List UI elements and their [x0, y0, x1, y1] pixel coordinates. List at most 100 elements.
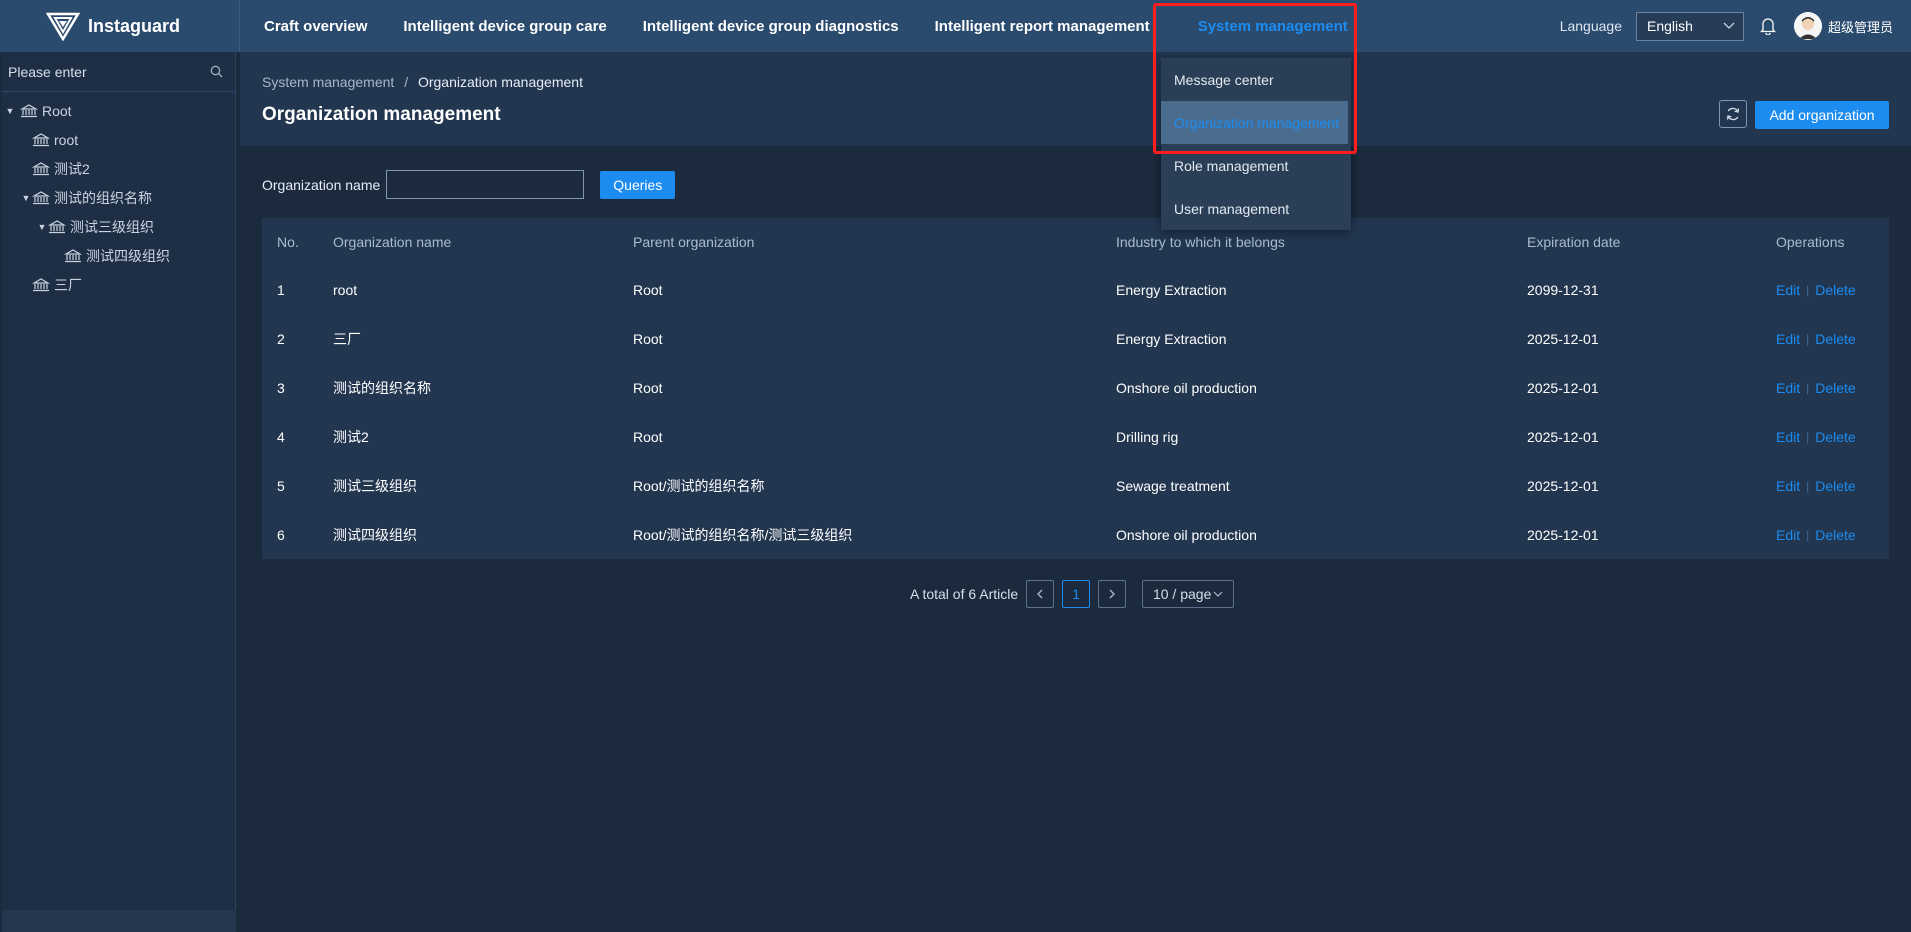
edit-link[interactable]: Edit — [1776, 380, 1800, 396]
page-number-button[interactable]: 1 — [1062, 580, 1091, 608]
pagination-total: A total of 6 Article — [910, 586, 1019, 602]
delete-link[interactable]: Delete — [1815, 380, 1855, 396]
table-row: 3 测试的组织名称 Root Onshore oil production 20… — [262, 363, 1889, 412]
page-size-value: 10 / page — [1152, 586, 1212, 602]
caret-down-icon[interactable]: ▼ — [36, 222, 48, 232]
cell-parent: Root — [633, 281, 663, 298]
header-tools: Language English 超级管理员 — [1560, 0, 1911, 52]
cell-operations: Edit | Delete — [1776, 429, 1889, 445]
refresh-button[interactable] — [1719, 100, 1747, 128]
language-label: Language — [1559, 18, 1622, 34]
delete-link[interactable]: Delete — [1815, 282, 1855, 298]
cell-expiration: 2025-12-01 — [1527, 330, 1599, 347]
cell-industry: Drilling rig — [1116, 428, 1179, 445]
chevron-down-icon — [1723, 22, 1735, 29]
next-page-button[interactable] — [1098, 580, 1127, 608]
bank-icon — [48, 219, 66, 233]
caret-down-icon[interactable]: ▼ — [20, 193, 32, 203]
search-icon[interactable] — [210, 65, 223, 78]
organization-name-label: Organization name — [262, 176, 381, 193]
menu-item-message-center[interactable]: Message center — [1161, 58, 1351, 101]
cell-parent: Root — [633, 330, 663, 347]
menu-item-organization-management[interactable]: Organization management — [1161, 101, 1348, 144]
delete-link[interactable]: Delete — [1815, 478, 1855, 494]
cell-industry: Energy Extraction — [1116, 330, 1227, 347]
nav-device-group-diagnostics[interactable]: Intelligent device group diagnostics — [643, 18, 899, 35]
column-header-name: Organization name — [333, 233, 452, 250]
tree-node-label: 测试2 — [54, 160, 90, 177]
tree-node-test-org[interactable]: ▼ 测试的组织名称 — [2, 183, 235, 212]
cell-no: 6 — [277, 526, 285, 543]
edit-link[interactable]: Edit — [1776, 478, 1800, 494]
edit-link[interactable]: Edit — [1776, 527, 1800, 543]
nav-report-management[interactable]: Intelligent report management — [935, 18, 1150, 35]
query-button[interactable]: Queries — [600, 170, 676, 199]
cell-parent: Root/测试的组织名称 — [633, 477, 765, 494]
username[interactable]: 超级管理员 — [1828, 17, 1893, 36]
tree-node-label: 测试的组织名称 — [54, 189, 152, 206]
edit-link[interactable]: Edit — [1776, 331, 1800, 347]
delete-link[interactable]: Delete — [1815, 429, 1855, 445]
add-organization-button[interactable]: Add organization — [1755, 101, 1889, 129]
tree-node-label: root — [54, 131, 79, 148]
tree-node-root-lower[interactable]: root — [2, 125, 235, 154]
table-row: 6 测试四级组织 Root/测试的组织名称/测试三级组织 Onshore oil… — [262, 510, 1889, 559]
chevron-down-icon — [1213, 591, 1223, 597]
caret-down-icon[interactable]: ▼ — [4, 106, 16, 116]
delete-link[interactable]: Delete — [1815, 331, 1855, 347]
tree-search[interactable]: Please enter — [2, 52, 235, 92]
chevron-left-icon — [1037, 589, 1043, 599]
edit-link[interactable]: Edit — [1776, 282, 1800, 298]
bank-icon — [32, 132, 50, 146]
tree-node-test-level3[interactable]: ▼ 测试三级组织 — [2, 212, 235, 241]
cell-no: 4 — [277, 428, 285, 445]
cell-no: 2 — [277, 330, 285, 347]
prev-page-button[interactable] — [1026, 580, 1055, 608]
op-separator: | — [1806, 429, 1810, 444]
top-navigation-bar: Instaguard Craft overview Intelligent de… — [0, 0, 1911, 52]
cell-operations: Edit | Delete — [1776, 478, 1889, 494]
nav-device-group-care[interactable]: Intelligent device group care — [403, 18, 606, 35]
cell-industry: Onshore oil production — [1116, 526, 1257, 543]
organization-name-input[interactable] — [386, 170, 585, 199]
sidebar-footer — [2, 910, 236, 932]
bank-icon — [32, 161, 50, 175]
bell-icon[interactable] — [1758, 16, 1778, 36]
tree-node-root[interactable]: ▼ Root — [2, 96, 235, 125]
cell-parent: Root — [633, 428, 663, 445]
nav-system-management[interactable]: System management — [1198, 18, 1348, 35]
column-header-parent: Parent organization — [633, 233, 755, 250]
op-separator: | — [1806, 282, 1810, 297]
breadcrumb-parent[interactable]: System management — [262, 74, 394, 90]
table-row: 1 root Root Energy Extraction 2099-12-31… — [262, 265, 1889, 314]
table-row: 5 测试三级组织 Root/测试的组织名称 Sewage treatment 2… — [262, 461, 1889, 510]
refresh-icon — [1726, 107, 1740, 121]
bank-icon — [32, 277, 50, 291]
brand[interactable]: Instaguard — [0, 0, 240, 52]
tree-node-test-level4[interactable]: 测试四级组织 — [2, 241, 235, 270]
avatar-icon[interactable] — [1793, 12, 1822, 40]
breadcrumb: System management / Organization managem… — [262, 74, 583, 90]
menu-item-role-management[interactable]: Role management — [1161, 144, 1351, 187]
cell-name: 测试三级组织 — [333, 477, 417, 494]
edit-link[interactable]: Edit — [1776, 429, 1800, 445]
pagination: A total of 6 Article 1 10 / page — [910, 580, 1235, 608]
language-select[interactable]: English — [1635, 11, 1744, 41]
page-size-select[interactable]: 10 / page — [1142, 580, 1235, 608]
nav-craft-overview[interactable]: Craft overview — [264, 18, 367, 35]
cell-operations: Edit | Delete — [1776, 380, 1889, 396]
cell-name: 测试的组织名称 — [333, 379, 431, 396]
logo-icon — [46, 12, 80, 41]
delete-link[interactable]: Delete — [1815, 527, 1855, 543]
cell-no: 3 — [277, 379, 285, 396]
op-separator: | — [1806, 478, 1810, 493]
menu-item-user-management[interactable]: User management — [1161, 187, 1351, 230]
cell-industry: Energy Extraction — [1116, 281, 1227, 298]
cell-name: root — [333, 281, 358, 298]
tree-node-test2[interactable]: 测试2 — [2, 154, 235, 183]
cell-operations: Edit | Delete — [1776, 527, 1889, 543]
tree-node-factory3[interactable]: 三厂 — [2, 270, 235, 299]
cell-name: 测试四级组织 — [333, 526, 417, 543]
bank-icon — [32, 190, 50, 204]
language-value: English — [1646, 18, 1693, 34]
